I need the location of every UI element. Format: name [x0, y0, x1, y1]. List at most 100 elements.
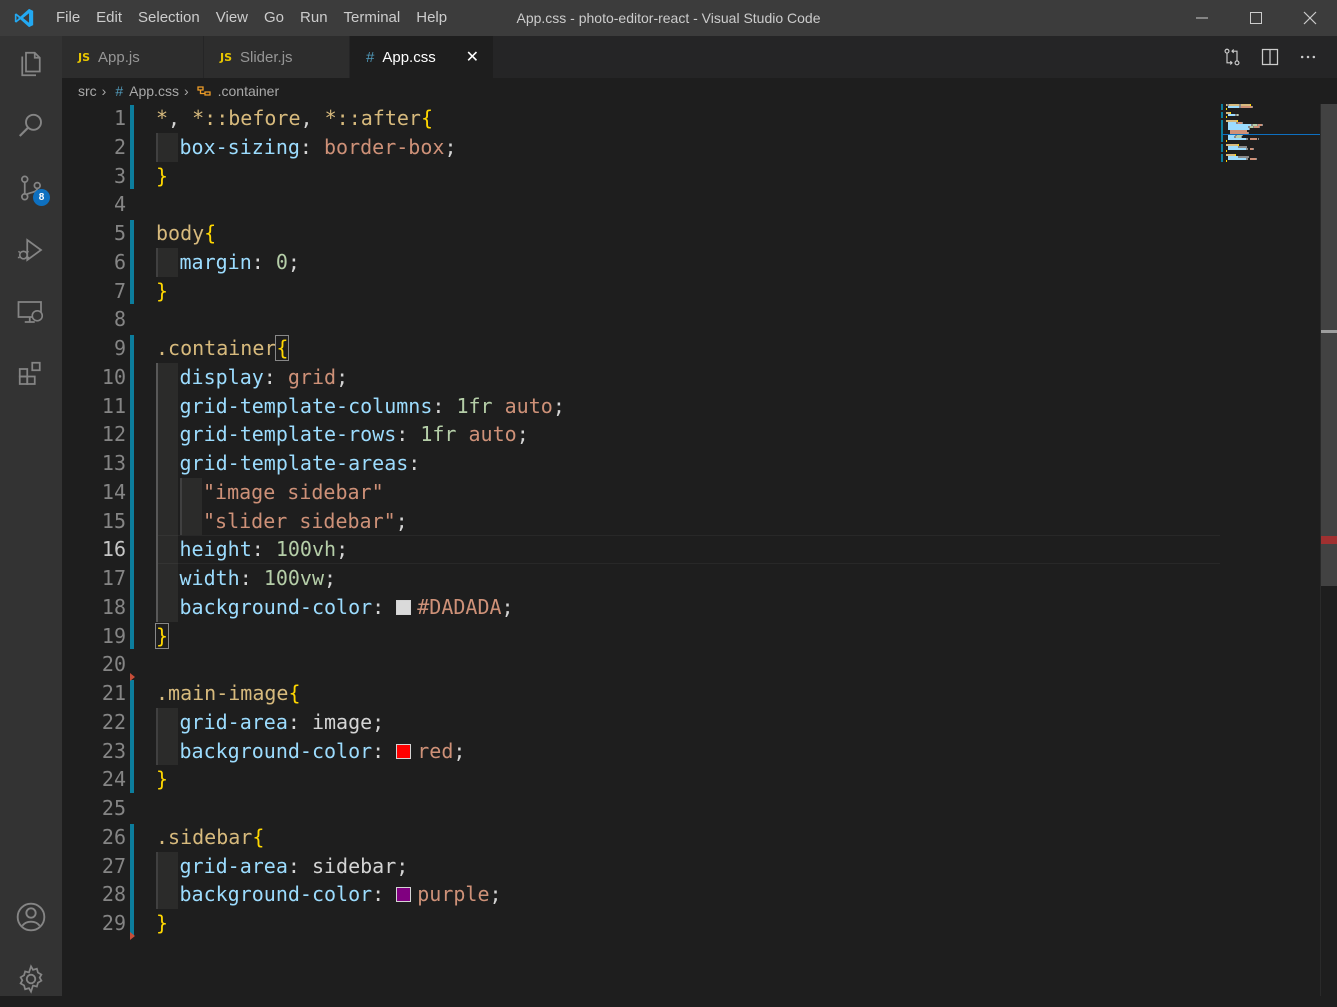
line-number[interactable]: 1 — [62, 104, 126, 133]
line-number[interactable]: 29 — [62, 909, 126, 938]
line-number[interactable]: 14 — [62, 478, 126, 507]
activity-source-control[interactable]: 8 — [0, 160, 62, 216]
menu-help[interactable]: Help — [408, 0, 455, 36]
line-number[interactable]: 6 — [62, 248, 126, 277]
line-number[interactable]: 11 — [62, 392, 126, 421]
activity-remote-explorer[interactable] — [0, 284, 62, 340]
javascript-file-icon: JS — [78, 50, 91, 64]
line-number[interactable]: 8 — [62, 305, 126, 334]
line-number[interactable]: 18 — [62, 593, 126, 622]
deleted-lines-indicator[interactable] — [130, 673, 135, 681]
menu-file[interactable]: File — [48, 0, 88, 36]
color-swatch[interactable] — [396, 743, 412, 759]
symbol-class-icon — [196, 84, 212, 98]
line-number[interactable]: 4 — [62, 190, 126, 219]
code-text: "image sidebar" — [203, 478, 384, 507]
line-number[interactable]: 24 — [62, 765, 126, 794]
activity-extensions[interactable] — [0, 346, 62, 402]
chevron-right-icon: › — [183, 83, 189, 99]
minimize-button[interactable] — [1175, 0, 1229, 36]
line-number[interactable]: 2 — [62, 133, 126, 162]
indent-guide — [156, 880, 178, 909]
activity-manage[interactable] — [0, 951, 62, 1007]
line-number[interactable]: 28 — [62, 880, 126, 909]
line-number[interactable]: 16 — [62, 535, 126, 564]
line-number[interactable]: 17 — [62, 564, 126, 593]
line-number[interactable]: 9 — [62, 334, 126, 363]
tab-app-css[interactable]: # App.css ✕ — [350, 36, 494, 78]
extensions-icon — [18, 361, 41, 385]
menu-run[interactable]: Run — [292, 0, 336, 36]
code-token: auto — [468, 422, 517, 447]
scrollbar-thumb[interactable] — [1321, 104, 1337, 586]
line-number[interactable]: 21 — [62, 679, 126, 708]
code-token: 100vh — [275, 537, 337, 562]
line-number[interactable]: 15 — [62, 507, 126, 536]
tab-close-icon[interactable]: ✕ — [466, 47, 479, 67]
code-line: 1 *, *::before, *::after{ — [62, 104, 1220, 133]
tab-app-js[interactable]: JS App.js — [62, 36, 204, 78]
minimap-line — [1228, 114, 1235, 116]
indent-guide — [156, 449, 178, 478]
activity-explorer[interactable] — [0, 36, 62, 92]
code-token: : — [251, 537, 276, 562]
menu-terminal[interactable]: Terminal — [336, 0, 409, 36]
line-number[interactable]: 3 — [62, 162, 126, 191]
activity-run-debug[interactable] — [0, 222, 62, 278]
breadcrumb-folder[interactable]: src — [78, 83, 97, 99]
code-token: ; — [453, 738, 466, 763]
line-number[interactable]: 26 — [62, 823, 126, 852]
code-token: margin — [179, 249, 252, 274]
line-number[interactable]: 27 — [62, 852, 126, 881]
line-number[interactable]: 23 — [62, 737, 126, 766]
code-token: red — [417, 738, 454, 763]
code-token: "image sidebar" — [203, 479, 384, 504]
line-number[interactable]: 5 — [62, 219, 126, 248]
close-window-button[interactable] — [1283, 0, 1337, 36]
line-number[interactable]: 10 — [62, 363, 126, 392]
color-swatch[interactable] — [396, 887, 412, 903]
menu-bar: File Edit Selection View Go Run Terminal Help — [48, 0, 455, 36]
code-token: ; — [444, 134, 457, 159]
line-number[interactable]: 13 — [62, 449, 126, 478]
deleted-lines-indicator[interactable] — [130, 931, 135, 940]
tab-slider-js[interactable]: JS Slider.js — [204, 36, 350, 78]
color-swatch[interactable] — [396, 599, 412, 615]
activity-search[interactable] — [0, 98, 62, 154]
activity-accounts[interactable] — [0, 889, 62, 945]
line-number[interactable]: 19 — [62, 622, 126, 651]
menu-view[interactable]: View — [208, 0, 256, 36]
line-number[interactable]: 12 — [62, 420, 126, 449]
split-editor-icon — [1261, 48, 1279, 66]
maximize-button[interactable] — [1229, 0, 1283, 36]
minimap-line — [1226, 150, 1228, 152]
code-text: .sidebar{ — [156, 823, 264, 852]
code-text: } — [156, 909, 168, 938]
breadcrumb-symbol[interactable]: .container — [218, 83, 279, 99]
menu-go[interactable]: Go — [256, 0, 292, 36]
code-token: grid-area — [179, 709, 288, 734]
line-number[interactable]: 25 — [62, 794, 126, 823]
line-number[interactable]: 20 — [62, 650, 126, 679]
code-text: } — [156, 162, 168, 191]
menu-selection[interactable]: Selection — [130, 0, 208, 36]
line-number[interactable]: 22 — [62, 708, 126, 737]
code-token: 100vw — [263, 566, 325, 590]
line-number[interactable]: 7 — [62, 277, 126, 306]
minimap-line — [1226, 108, 1228, 110]
breadcrumb-file[interactable]: App.css — [129, 83, 179, 99]
code-token: grid-template-rows — [179, 422, 397, 447]
split-editor-button[interactable] — [1251, 36, 1289, 78]
code-token: *::before — [192, 106, 301, 130]
code-editor[interactable]: 1 *, *::before, *::after{2 box-sizing: bor… — [62, 104, 1320, 996]
menu-edit[interactable]: Edit — [88, 0, 130, 36]
more-actions-button[interactable] — [1289, 36, 1327, 78]
code-text: grid-area: image; — [180, 708, 385, 737]
tab-label: App.js — [98, 48, 140, 66]
title-bar: File Edit Selection View Go Run Terminal Help A… — [0, 0, 1337, 36]
minimap-diff-mark — [1221, 150, 1223, 152]
indent-guide — [156, 362, 178, 392]
open-changes-button[interactable] — [1213, 36, 1251, 78]
minimap-line — [1228, 106, 1239, 108]
code-text: } — [156, 765, 168, 794]
